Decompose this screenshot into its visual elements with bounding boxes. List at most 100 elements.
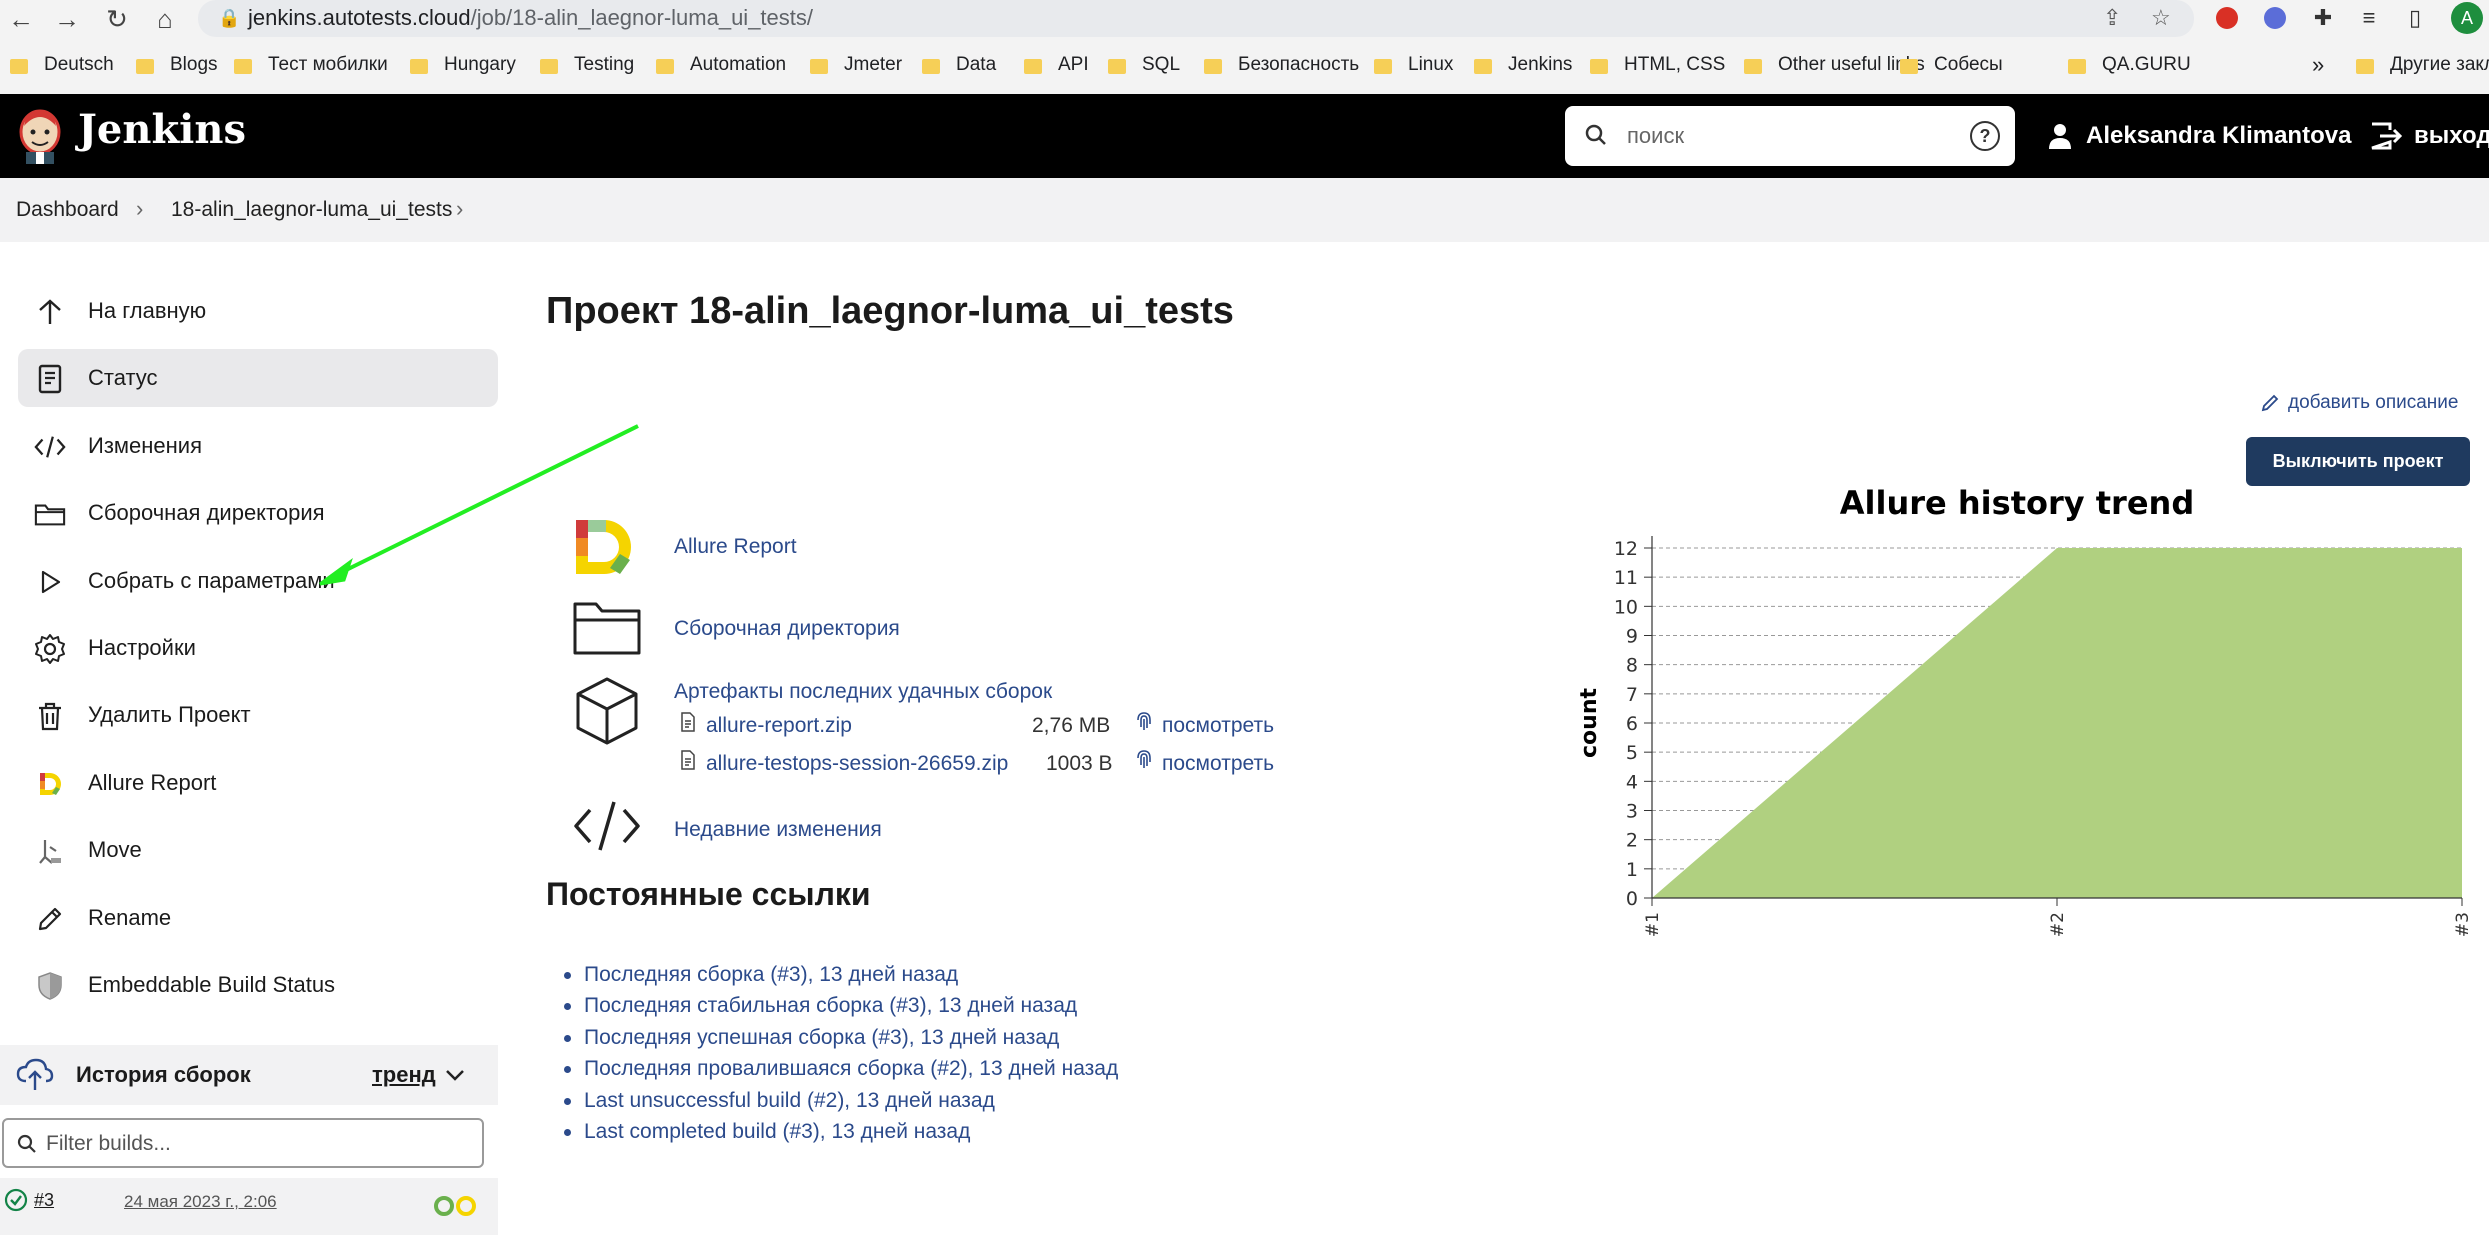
bookmark-item[interactable]: Собесы: [1900, 48, 2003, 82]
help-icon[interactable]: ?: [1970, 121, 2000, 151]
media-icon[interactable]: ≡: [2354, 3, 2384, 33]
fingerprint-icon[interactable]: [1134, 748, 1154, 770]
sidebar-item-delete-project[interactable]: Удалить Проект: [18, 686, 498, 744]
artifact-link[interactable]: allure-report.zip: [706, 714, 852, 738]
permalink-item[interactable]: Last completed build (#3), 13 дней назад: [563, 1120, 970, 1144]
jenkins-title[interactable]: Jenkins: [78, 106, 246, 153]
build-date-link[interactable]: 24 мая 2023 г., 2:06: [124, 1192, 277, 1212]
view-artifact-link[interactable]: посмотреть: [1162, 752, 1274, 776]
permalink-item[interactable]: Последняя сборка (#3), 13 дней назад: [563, 963, 958, 987]
sidepanel-icon[interactable]: ▯: [2400, 3, 2430, 33]
breadcrumb-dashboard[interactable]: Dashboard: [16, 198, 119, 222]
share-icon[interactable]: ⇪: [2103, 5, 2121, 31]
star-icon[interactable]: ☆: [2151, 5, 2171, 31]
bookmark-item[interactable]: HTML, CSS: [1590, 48, 1725, 82]
trend-link[interactable]: тренд: [372, 1062, 436, 1088]
workspace-link[interactable]: Сборочная директория: [674, 617, 900, 641]
artifact-link[interactable]: allure-testops-session-26659.zip: [706, 752, 1008, 776]
bookmark-item[interactable]: Blogs: [136, 48, 218, 82]
jenkins-logo-icon[interactable]: [16, 106, 64, 164]
bookmark-item[interactable]: QA.GURU: [2068, 48, 2191, 82]
sidebar-item-label: Rename: [88, 905, 172, 930]
sidebar-item-status[interactable]: Статус: [18, 349, 498, 407]
bookmark-folder-icon: [922, 58, 940, 74]
profile-avatar[interactable]: A: [2451, 2, 2483, 34]
sidebar-item-home[interactable]: На главную: [18, 282, 498, 340]
url-host: jenkins.autotests.cloud: [248, 5, 471, 30]
logout-link[interactable]: выход: [2370, 112, 2489, 160]
sidebar-item-embeddable-build-status[interactable]: Embeddable Build Status: [18, 956, 498, 1014]
permalink-item[interactable]: Last unsuccessful build (#2), 13 дней на…: [564, 1089, 995, 1113]
browser-nav-bar: ← → ↻ ⌂ 🔒 jenkins.autotests.cloud/job/18…: [0, 0, 2489, 38]
breadcrumb-chevron-icon[interactable]: ›: [456, 196, 463, 222]
bookmark-item[interactable]: SQL: [1108, 48, 1180, 82]
more-bookmarks-button[interactable]: »: [2312, 48, 2324, 82]
reload-icon[interactable]: ↻: [100, 2, 134, 36]
bookmark-label: Testing: [574, 54, 635, 75]
sidebar-item-move[interactable]: Move: [18, 821, 498, 879]
chevron-down-icon[interactable]: [444, 1067, 466, 1083]
bookmark-item[interactable]: Hungary: [410, 48, 516, 82]
browser-chrome: ← → ↻ ⌂ 🔒 jenkins.autotests.cloud/job/18…: [0, 0, 2489, 94]
code-icon[interactable]: [572, 798, 642, 854]
view-artifact-link[interactable]: посмотреть: [1162, 714, 1274, 738]
bookmark-label: Тест мобилки: [268, 54, 388, 75]
bookmark-item[interactable]: Deutsch: [10, 48, 114, 82]
bookmark-folder-icon: [540, 58, 558, 74]
success-check-icon: [4, 1188, 28, 1212]
bookmark-item[interactable]: Automation: [656, 48, 786, 82]
bookmark-folder-icon: [1204, 58, 1222, 74]
allure-trend-chart[interactable]: Allure history trendcount012345678910111…: [1560, 470, 2489, 950]
bookmark-item[interactable]: Linux: [1374, 48, 1453, 82]
extension-icon[interactable]: [2260, 3, 2290, 33]
folder-icon[interactable]: [572, 598, 642, 656]
bookmark-item[interactable]: Other useful links: [1744, 48, 1925, 82]
sidebar-item-allure-report[interactable]: Allure Report: [18, 754, 498, 812]
bookmark-folder-icon: [234, 58, 252, 74]
bookmark-label: Другие закл: [2390, 54, 2489, 75]
bookmark-item[interactable]: Data: [922, 48, 996, 82]
bookmark-item[interactable]: Testing: [540, 48, 634, 82]
fingerprint-icon[interactable]: [1134, 710, 1154, 732]
recent-changes-link[interactable]: Недавние изменения: [674, 818, 882, 842]
filter-builds-input[interactable]: [46, 1130, 466, 1158]
chart-y-tick-label: 3: [1626, 801, 1638, 823]
allure-report-link[interactable]: Allure Report: [674, 535, 797, 559]
user-menu[interactable]: Aleksandra Klimantova: [2046, 112, 2351, 160]
extension-icon[interactable]: [2212, 3, 2242, 33]
gear-icon: [34, 633, 66, 665]
chart-x-tick-label: #1: [1643, 912, 1663, 937]
bookmark-label: Automation: [690, 54, 787, 75]
home-icon[interactable]: ⌂: [148, 2, 182, 36]
puzzle-icon[interactable]: ✚: [2308, 3, 2338, 33]
url-path: /job/18-alin_laegnor-luma_ui_tests/: [470, 5, 814, 30]
bookmark-item[interactable]: Безопасность: [1204, 48, 1359, 82]
permalinks-title: Постоянные ссылки: [546, 876, 871, 912]
other-bookmarks[interactable]: Другие закл: [2356, 48, 2489, 82]
file-icon: [681, 712, 695, 732]
bookmark-item[interactable]: Jmeter: [810, 48, 902, 82]
bookmark-label: Jmeter: [844, 54, 903, 75]
bookmark-item[interactable]: Тест мобилки: [234, 48, 388, 82]
search-box: ?: [1565, 106, 2015, 166]
sidebar-item-label: Настройки: [88, 635, 196, 660]
bookmark-item[interactable]: API: [1024, 48, 1089, 82]
address-bar[interactable]: 🔒 jenkins.autotests.cloud/job/18-alin_la…: [198, 0, 2194, 37]
add-description-link[interactable]: добавить описание: [2260, 392, 2458, 414]
forward-icon[interactable]: →: [50, 2, 84, 36]
breadcrumb-project[interactable]: 18-alin_laegnor-luma_ui_tests: [171, 198, 452, 222]
bookmark-item[interactable]: Jenkins: [1474, 48, 1572, 82]
allure-badge-icon[interactable]: [432, 1194, 480, 1218]
artifacts-title-link[interactable]: Артефакты последних удачных сборок: [674, 680, 1052, 704]
permalink-item[interactable]: Последняя успешная сборка (#3), 13 дней …: [563, 1026, 1059, 1050]
permalink-item[interactable]: Последняя стабильная сборка (#3), 13 дне…: [563, 994, 1077, 1018]
search-input[interactable]: [1627, 120, 1947, 152]
bookmark-label: SQL: [1142, 54, 1181, 75]
build-number-link[interactable]: #3: [34, 1190, 54, 1211]
permalink-item[interactable]: Последняя провалившаяся сборка (#2), 13 …: [563, 1057, 1118, 1081]
back-icon[interactable]: ←: [4, 2, 38, 36]
chart-y-label: count: [1577, 688, 1602, 758]
sidebar-item-settings[interactable]: Настройки: [18, 619, 498, 677]
url-text[interactable]: jenkins.autotests.cloud/job/18-alin_laeg…: [248, 5, 813, 31]
sidebar-item-rename[interactable]: Rename: [18, 889, 498, 947]
